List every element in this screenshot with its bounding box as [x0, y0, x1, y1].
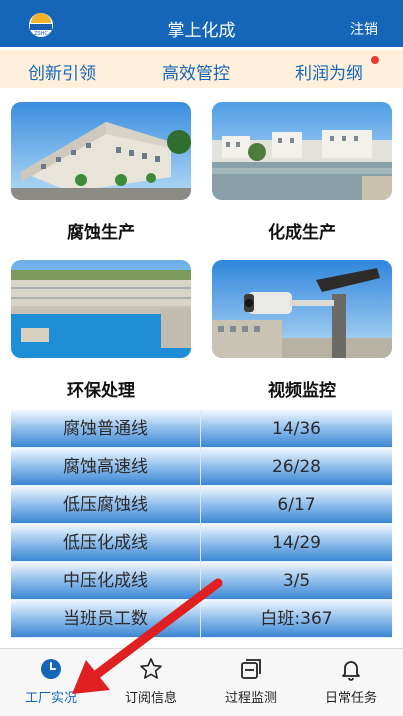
notification-dot [371, 56, 379, 64]
nav-label: 工厂实况 [24, 691, 77, 706]
stat-name: 当班员工数 [11, 600, 201, 638]
stat-value: 3/5 [282, 571, 311, 591]
stat-name: 低压化成线 [11, 524, 201, 562]
bell-icon [342, 661, 360, 681]
production-stats-table: 腐蚀普通线 14/36 腐蚀高速线 26/28 低压腐蚀线 6/17 低压化成线… [11, 410, 392, 638]
stat-value: 6/17 [277, 495, 316, 515]
stat-name: 腐蚀高速线 [11, 448, 201, 486]
tile-formation-production[interactable] [212, 102, 392, 200]
tile-environmental-treatment[interactable] [11, 260, 191, 358]
window-icon [241, 659, 261, 679]
stat-name: 腐蚀普通线 [11, 410, 201, 448]
stat-name: 中压化成线 [11, 562, 201, 600]
logout-button[interactable]: 注销 [350, 19, 378, 39]
security-camera-photo [212, 260, 392, 358]
slogan-profit: 利润为纲 [295, 64, 363, 84]
tile-corrosion-production[interactable] [11, 102, 191, 200]
stat-value: 14/29 [272, 533, 321, 553]
app-header: ZSHC 掌上化成 注销 [0, 0, 403, 47]
factory-building-photo [11, 102, 191, 200]
stat-value: 14/36 [272, 419, 321, 439]
water-treatment-photo [11, 260, 191, 358]
tile-label-formation: 化成生产 [268, 223, 336, 243]
slogan-efficiency: 高效管控 [162, 64, 230, 84]
nav-label: 日常任务 [324, 691, 377, 706]
nav-label: 订阅信息 [124, 691, 177, 706]
clock-icon [41, 659, 61, 679]
table-row: 低压腐蚀线 6/17 [11, 486, 392, 524]
table-row: 腐蚀高速线 26/28 [11, 448, 392, 486]
slogan-innovation: 创新引领 [28, 64, 96, 84]
tile-label-environmental: 环保处理 [67, 381, 135, 401]
riverside-plant-photo [212, 102, 392, 200]
nav-subscriptions[interactable]: 订阅信息 [101, 649, 201, 716]
tile-label-video: 视频监控 [268, 381, 336, 401]
table-row: 低压化成线 14/29 [11, 524, 392, 562]
stat-value: 白班:367 [260, 609, 333, 629]
stat-value: 26/28 [272, 457, 321, 477]
nav-process-monitoring[interactable]: 过程监测 [201, 649, 301, 716]
stat-name: 低压腐蚀线 [11, 486, 201, 524]
table-row: 腐蚀普通线 14/36 [11, 410, 392, 448]
nav-daily-tasks[interactable]: 日常任务 [301, 649, 401, 716]
star-icon [140, 658, 162, 679]
slogan-bar: 创新引领 高效管控 利润为纲 [0, 50, 403, 88]
tile-video-monitoring[interactable] [212, 260, 392, 358]
nav-label: 过程监测 [224, 691, 277, 706]
table-row: 中压化成线 3/5 [11, 562, 392, 600]
tile-label-corrosion: 腐蚀生产 [67, 223, 135, 243]
nav-factory-status[interactable]: 工厂实况 [1, 649, 101, 716]
bottom-navigation: 工厂实况 订阅信息 过程监测 日常任务 [0, 648, 403, 716]
page-title: 掌上化成 [167, 21, 236, 41]
table-row: 当班员工数 白班:367 [11, 600, 392, 638]
